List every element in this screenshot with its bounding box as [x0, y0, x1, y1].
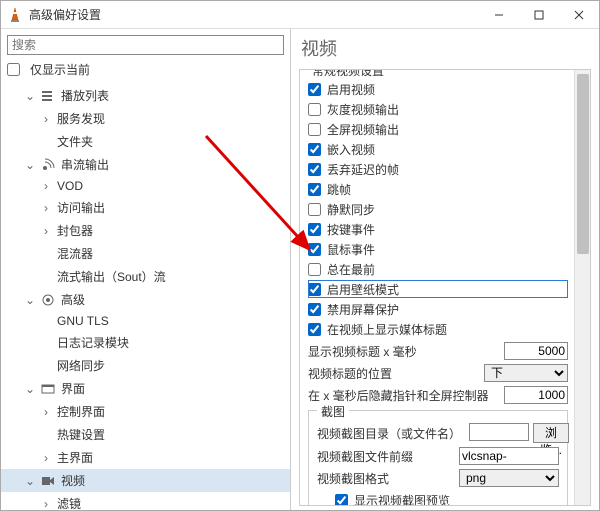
expand-icon: ⌄	[25, 89, 35, 103]
only-current-checkbox[interactable]	[7, 63, 20, 76]
expand-icon: ›	[41, 112, 51, 126]
titlebar: 高级偏好设置	[1, 1, 599, 29]
expand-icon: ›	[41, 497, 51, 511]
snapshot-dir-label: 视频截图目录（或文件名）	[317, 425, 461, 442]
playlist-icon	[41, 89, 55, 103]
grayscale-checkbox[interactable]	[308, 103, 321, 116]
tree-item[interactable]: ›主界面	[1, 446, 290, 469]
tree-item-advanced[interactable]: ⌄高级	[1, 288, 290, 311]
tree-item[interactable]: ›控制界面	[1, 400, 290, 423]
fullscreen-checkbox[interactable]	[308, 123, 321, 136]
preferences-tree[interactable]: ⌄播放列表 ›服务发现 文件夹 ⌄串流输出 ›VOD ›访问输出 ›封包器 混流…	[1, 82, 290, 510]
quiet-sync-checkbox[interactable]	[308, 203, 321, 216]
option-label: 禁用屏幕保护	[327, 301, 399, 318]
expand-icon: ›	[41, 201, 51, 215]
expand-icon: ›	[41, 179, 51, 193]
snapshot-dir-input[interactable]	[469, 423, 529, 441]
snapshot-format-select[interactable]: png	[459, 469, 559, 487]
window-title: 高级偏好设置	[29, 6, 479, 23]
option-label: 在视频上显示媒体标题	[327, 321, 447, 338]
tree-item-stream[interactable]: ⌄串流输出	[1, 153, 290, 176]
tree-item-video[interactable]: ⌄视频	[1, 469, 290, 492]
snapshot-group: 截图 视频截图目录（或文件名）浏览... 视频截图文件前缀 视频截图格式png …	[308, 410, 568, 506]
option-label: 启用视频	[327, 81, 375, 98]
expand-icon: ⌄	[25, 293, 35, 307]
embed-video-checkbox[interactable]	[308, 143, 321, 156]
tree-item[interactable]: 热键设置	[1, 423, 290, 446]
title-position-select[interactable]: 下	[484, 364, 568, 382]
tree-item[interactable]: 日志记录模块	[1, 331, 290, 354]
snapshot-format-label: 视频截图格式	[317, 470, 389, 487]
option-label: 鼠标事件	[327, 241, 375, 258]
group-label: 常规视频设置	[308, 69, 388, 79]
display-title-ms-label: 显示视频标题 x 毫秒	[308, 343, 417, 360]
expand-icon: ›	[41, 405, 51, 419]
tree-item[interactable]: 网络同步	[1, 354, 290, 377]
snapshot-label: 截图	[317, 403, 349, 420]
scrollbar-thumb[interactable]	[577, 74, 589, 254]
gear-icon	[41, 293, 55, 307]
option-label: 嵌入视频	[327, 141, 375, 158]
right-panel: 视频 常规视频设置 启用视频 灰度视频输出 全屏视频输出 嵌入视频 丢弃延迟的帧…	[291, 29, 599, 510]
show-media-title-checkbox[interactable]	[308, 323, 321, 336]
tree-item[interactable]: ›访问输出	[1, 196, 290, 219]
drop-late-checkbox[interactable]	[308, 163, 321, 176]
tree-item[interactable]: ›封包器	[1, 219, 290, 242]
hide-pointer-label: 在 x 毫秒后隐藏指针和全屏控制器	[308, 387, 489, 404]
expand-icon: ›	[41, 451, 51, 465]
option-label: 静默同步	[327, 201, 375, 218]
tree-item[interactable]: GNU TLS	[1, 311, 290, 331]
scrollbar[interactable]	[574, 70, 590, 505]
option-label: 全屏视频输出	[327, 121, 399, 138]
option-label: 跳帧	[327, 181, 351, 198]
close-button[interactable]	[559, 1, 599, 29]
tree-item-interface[interactable]: ⌄界面	[1, 377, 290, 400]
snapshot-preview-checkbox[interactable]	[335, 494, 348, 507]
general-video-group: 常规视频设置 启用视频 灰度视频输出 全屏视频输出 嵌入视频 丢弃延迟的帧 跳帧…	[299, 69, 591, 506]
mouse-events-checkbox[interactable]	[308, 243, 321, 256]
hide-pointer-spin[interactable]	[504, 386, 568, 404]
snapshot-prefix-label: 视频截图文件前缀	[317, 448, 413, 465]
tree-item[interactable]: 混流器	[1, 242, 290, 265]
tree-item-playlist[interactable]: ⌄播放列表	[1, 84, 290, 107]
vlc-icon	[7, 7, 23, 23]
option-label: 启用壁纸模式	[327, 281, 399, 298]
stream-icon	[41, 158, 55, 172]
enable-video-checkbox[interactable]	[308, 83, 321, 96]
only-current-label: 仅显示当前	[30, 61, 90, 78]
interface-icon	[41, 382, 55, 396]
tree-item[interactable]: ›VOD	[1, 176, 290, 196]
option-label: 显示视频截图预览	[354, 492, 450, 507]
expand-icon: ⌄	[25, 382, 35, 396]
tree-item[interactable]: ›滤镜	[1, 492, 290, 510]
option-label: 总在最前	[327, 261, 375, 278]
expand-icon: ⌄	[25, 474, 35, 488]
left-panel: 仅显示当前 ⌄播放列表 ›服务发现 文件夹 ⌄串流输出 ›VOD ›访问输出 ›…	[1, 29, 291, 510]
option-label: 按键事件	[327, 221, 375, 238]
wallpaper-mode-checkbox[interactable]	[308, 283, 321, 296]
tree-item[interactable]: ›服务发现	[1, 107, 290, 130]
option-label: 丢弃延迟的帧	[327, 161, 399, 178]
minimize-button[interactable]	[479, 1, 519, 29]
maximize-button[interactable]	[519, 1, 559, 29]
search-input[interactable]	[7, 35, 284, 55]
expand-icon: ⌄	[25, 158, 35, 172]
search-container	[7, 35, 284, 55]
key-events-checkbox[interactable]	[308, 223, 321, 236]
title-position-label: 视频标题的位置	[308, 365, 392, 382]
skip-frames-checkbox[interactable]	[308, 183, 321, 196]
page-title: 视频	[291, 29, 599, 65]
disable-screensaver-checkbox[interactable]	[308, 303, 321, 316]
snapshot-prefix-input[interactable]	[459, 447, 559, 465]
expand-icon: ›	[41, 224, 51, 238]
display-title-ms-spin[interactable]	[504, 342, 568, 360]
always-top-checkbox[interactable]	[308, 263, 321, 276]
video-icon	[41, 474, 55, 488]
option-label: 灰度视频输出	[327, 101, 399, 118]
tree-item[interactable]: 流式输出（Sout）流	[1, 265, 290, 288]
browse-button[interactable]: 浏览...	[533, 423, 569, 443]
tree-item[interactable]: 文件夹	[1, 130, 290, 153]
